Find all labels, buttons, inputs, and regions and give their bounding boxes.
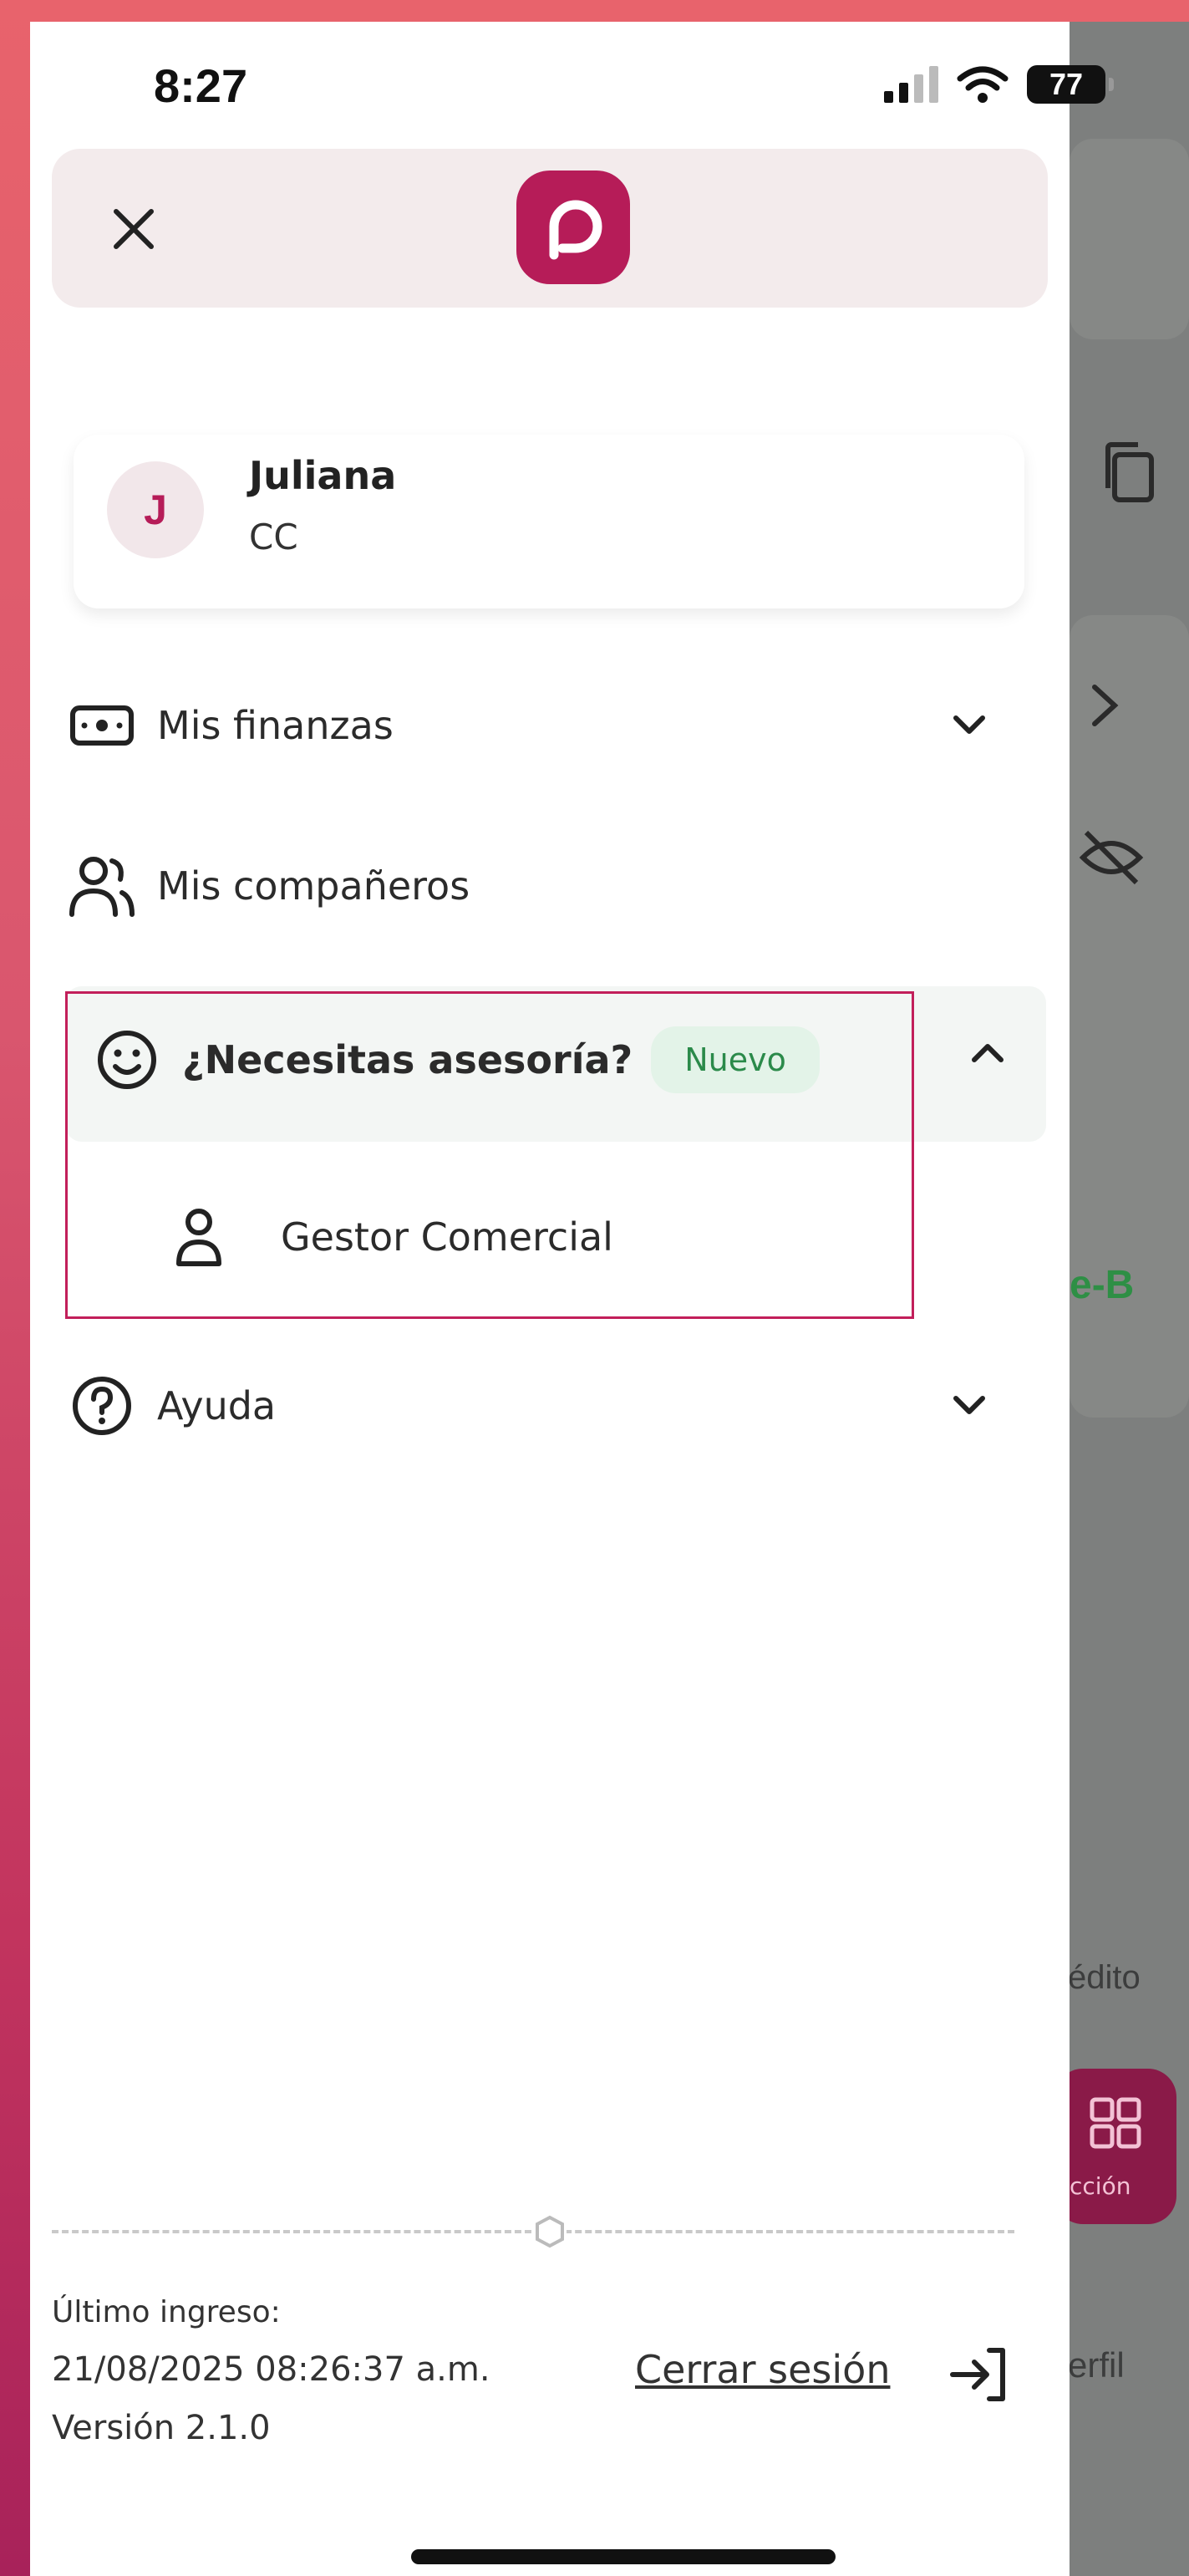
last-login-label: Último ingreso:: [52, 2295, 281, 2329]
logout-link[interactable]: Cerrar sesión: [635, 2347, 890, 2392]
background-text: erfil: [1068, 2345, 1125, 2385]
brand-p-logo-icon: [549, 200, 602, 260]
wifi-icon: [957, 66, 1009, 103]
user-name: Juliana: [249, 453, 397, 498]
drawer-header: [52, 149, 1048, 308]
money-bill-icon: [67, 690, 137, 761]
background-card: [1070, 139, 1189, 339]
menu-item-ayuda[interactable]: Ayuda: [67, 1347, 1036, 1464]
last-login-value: 21/08/2025 08:26:37 a.m.: [52, 2350, 490, 2389]
background-action-button: cción: [1054, 2069, 1176, 2224]
background-text: cción: [1070, 2172, 1131, 2200]
eye-off-icon: [1078, 824, 1145, 894]
home-indicator: [411, 2549, 836, 2564]
chevron-up-icon: [969, 1040, 1006, 1068]
user-icon: [164, 1202, 234, 1272]
chevron-down-icon: [944, 700, 994, 751]
menu-item-mis-finanzas[interactable]: Mis finanzas: [67, 667, 1036, 784]
help-circle-icon: [67, 1371, 137, 1441]
user-document-type: CC: [249, 517, 298, 557]
close-button[interactable]: [102, 197, 165, 261]
close-icon: [114, 209, 154, 249]
avatar: J: [107, 461, 204, 558]
user-card[interactable]: J Juliana CC: [74, 435, 1024, 608]
background-text: édito: [1068, 1959, 1141, 1996]
background-text: e-B: [1070, 1263, 1135, 1307]
menu-label: Gestor Comercial: [281, 1214, 613, 1260]
submenu-item-gestor-comercial[interactable]: Gestor Comercial: [164, 1179, 899, 1296]
app-version: Versión 2.1.0: [52, 2409, 271, 2447]
menu-label: Mis compañeros: [157, 863, 470, 909]
status-time: 8:27: [154, 59, 248, 112]
chevron-right-icon: [1086, 682, 1123, 732]
chevron-down-icon: [944, 1381, 994, 1431]
users-icon: [67, 851, 137, 921]
logout-icon[interactable]: [948, 2344, 1009, 2405]
copy-icon: [1100, 440, 1158, 510]
hexagon-icon: [533, 2215, 567, 2248]
menu-label: Mis finanzas: [157, 703, 394, 748]
menu-item-mis-companeros[interactable]: Mis compañeros: [67, 827, 1036, 944]
brand-logo: [516, 171, 630, 284]
signal-icon: [884, 66, 938, 103]
status-icons: 77: [884, 65, 1114, 104]
menu-label: Ayuda: [157, 1383, 277, 1428]
battery-icon: 77: [1027, 65, 1114, 104]
